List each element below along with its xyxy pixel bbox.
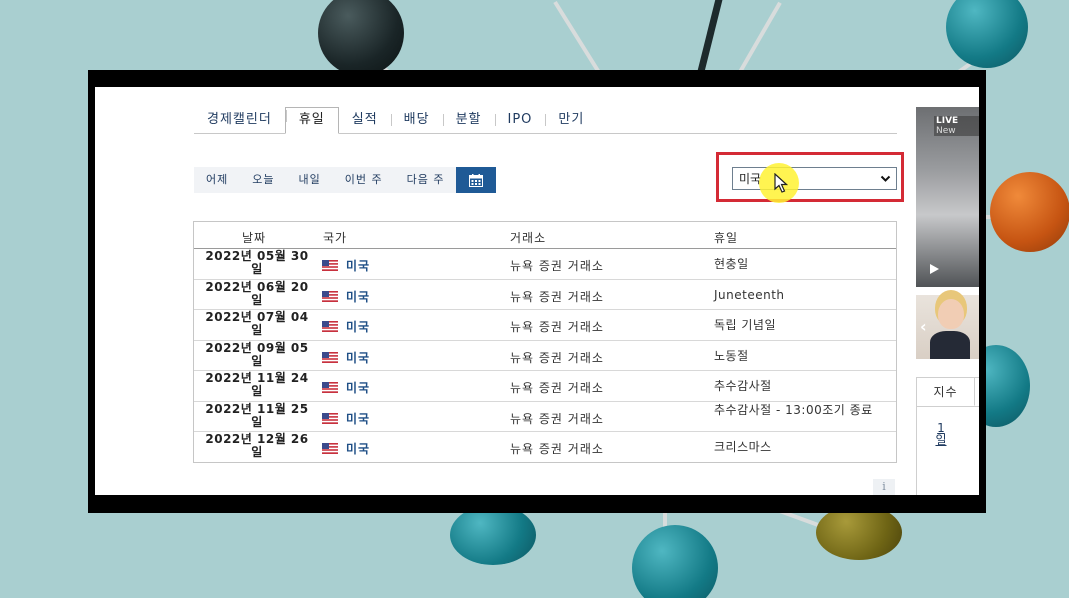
mouse-pointer-icon — [774, 173, 788, 193]
country-select[interactable]: 미국 — [732, 167, 897, 190]
row-date: 2022년 05월 30일 — [205, 249, 309, 276]
country-link[interactable]: 미국 — [346, 379, 370, 396]
country-link[interactable]: 미국 — [346, 318, 370, 335]
table-row: 2022년 07월 04일 미국 뉴욕 증권 거래소 독립 기념일 — [194, 310, 896, 341]
tab-economic-calendar[interactable]: 경제캘린더 — [194, 112, 285, 133]
calendar-icon — [469, 173, 484, 187]
header-date[interactable]: 날짜 — [242, 229, 266, 246]
play-icon[interactable] — [928, 263, 940, 275]
tab-indices[interactable]: 지수 — [917, 378, 975, 406]
row-country: 미국 — [322, 288, 370, 305]
table-row: 2022년 12월 26일 미국 뉴욕 증권 거래소 크리스마스 — [194, 432, 896, 463]
row-exchange: 뉴욕 증권 거래소 — [510, 320, 604, 334]
row-country: 미국 — [322, 318, 370, 335]
tab-splits[interactable]: 분할 — [442, 112, 495, 133]
video-thumbnail[interactable]: ‹ — [916, 295, 979, 359]
today-button[interactable]: 오늘 — [240, 167, 286, 193]
row-exchange: 뉴욕 증권 거래소 — [510, 442, 604, 456]
browser-viewport: 경제캘린더 휴일 실적 배당 분할 IPO 만기 어제 오늘 내일 이번 주 다… — [95, 87, 979, 495]
table-row: 2022년 06월 20일 미국 뉴욕 증권 거래소 Juneteenth — [194, 279, 896, 310]
calendar-tabs: 경제캘린더 휴일 실적 배당 분할 IPO 만기 — [194, 107, 897, 134]
day-filter: 어제 오늘 내일 이번 주 다음 주 — [194, 167, 497, 193]
tab-holidays[interactable]: 휴일 — [284, 107, 339, 134]
country-link[interactable]: 미국 — [346, 257, 370, 274]
row-date: 2022년 06월 20일 — [205, 279, 309, 307]
period-1d-link[interactable]: 1일 — [935, 422, 947, 446]
row-exchange: 뉴욕 증권 거래소 — [510, 259, 604, 273]
chevron-down-icon — [880, 175, 891, 182]
chevron-left-icon[interactable]: ‹ — [920, 317, 927, 336]
header-exchange[interactable]: 거래소 — [510, 229, 546, 246]
row-date: 2022년 09월 05일 — [205, 340, 309, 368]
row-country: 미국 — [322, 410, 370, 427]
row-country: 미국 — [322, 349, 370, 366]
row-holiday: Juneteenth — [714, 287, 785, 302]
row-holiday: 노동절 — [714, 348, 749, 363]
country-link[interactable]: 미국 — [346, 410, 370, 427]
us-flag-icon — [322, 260, 338, 271]
row-date: 2022년 11월 25일 — [205, 401, 309, 429]
live-video-player[interactable]: LIVE New — [916, 107, 979, 287]
this-week-button[interactable]: 이번 주 — [333, 167, 395, 193]
row-country: 미국 — [322, 379, 370, 396]
header-country[interactable]: 국가 — [323, 229, 347, 246]
tab-dividends[interactable]: 배당 — [390, 112, 443, 133]
us-flag-icon — [322, 412, 338, 424]
table-row: 2022년 05월 30일 미국 뉴욕 증권 거래소 현충일 — [194, 249, 896, 280]
country-link[interactable]: 미국 — [346, 288, 370, 305]
yesterday-button[interactable]: 어제 — [194, 167, 240, 193]
tab-expiration[interactable]: 만기 — [545, 112, 597, 133]
country-link[interactable]: 미국 — [346, 349, 370, 366]
row-country: 미국 — [322, 440, 370, 457]
row-holiday: 독립 기념일 — [714, 318, 777, 332]
row-holiday: 추수감사절 - 13:00조기 종료 — [714, 402, 873, 417]
row-exchange: 뉴욕 증권 거래소 — [510, 289, 604, 304]
table-row: 2022년 09월 05일 미국 뉴욕 증권 거래소 노동절 — [194, 340, 896, 371]
live-badge: LIVE New — [934, 116, 979, 136]
holidays-table: 날짜 국가 거래소 휴일 2022년 05월 30일 미국 뉴욕 증권 거래소 … — [193, 221, 897, 463]
row-exchange: 뉴욕 증권 거래소 — [510, 381, 604, 395]
row-date: 2022년 12월 26일 — [205, 432, 309, 459]
table-row: 2022년 11월 24일 미국 뉴욕 증권 거래소 추수감사절 — [194, 371, 896, 402]
tab-earnings[interactable]: 실적 — [339, 112, 391, 133]
info-icon[interactable]: i — [873, 479, 895, 495]
row-holiday: 현충일 — [714, 257, 749, 271]
row-holiday: 추수감사절 — [714, 379, 772, 393]
next-week-button[interactable]: 다음 주 — [395, 167, 457, 193]
us-flag-icon — [322, 351, 338, 363]
row-date: 2022년 11월 24일 — [205, 371, 309, 398]
header-holiday[interactable]: 휴일 — [714, 229, 738, 246]
row-date: 2022년 07월 04일 — [205, 310, 309, 337]
country-select-value: 미국 — [739, 172, 762, 186]
table-row: 2022년 11월 25일 미국 뉴욕 증권 거래소 추수감사절 - 13:00… — [194, 401, 896, 432]
indices-widget: 지수 1일 — [916, 377, 979, 495]
row-exchange: 뉴욕 증권 거래소 — [510, 411, 604, 426]
us-flag-icon — [322, 443, 338, 454]
country-link[interactable]: 미국 — [346, 440, 370, 457]
tab-ipo[interactable]: IPO — [494, 112, 546, 133]
row-holiday: 크리스마스 — [714, 440, 772, 454]
row-exchange: 뉴욕 증권 거래소 — [510, 350, 604, 365]
row-country: 미국 — [322, 257, 370, 274]
us-flag-icon — [322, 290, 338, 302]
us-flag-icon — [322, 321, 338, 332]
tomorrow-button[interactable]: 내일 — [287, 167, 333, 193]
table-header: 날짜 국가 거래소 휴일 — [194, 222, 896, 249]
calendar-button[interactable] — [456, 167, 497, 193]
us-flag-icon — [322, 382, 338, 393]
